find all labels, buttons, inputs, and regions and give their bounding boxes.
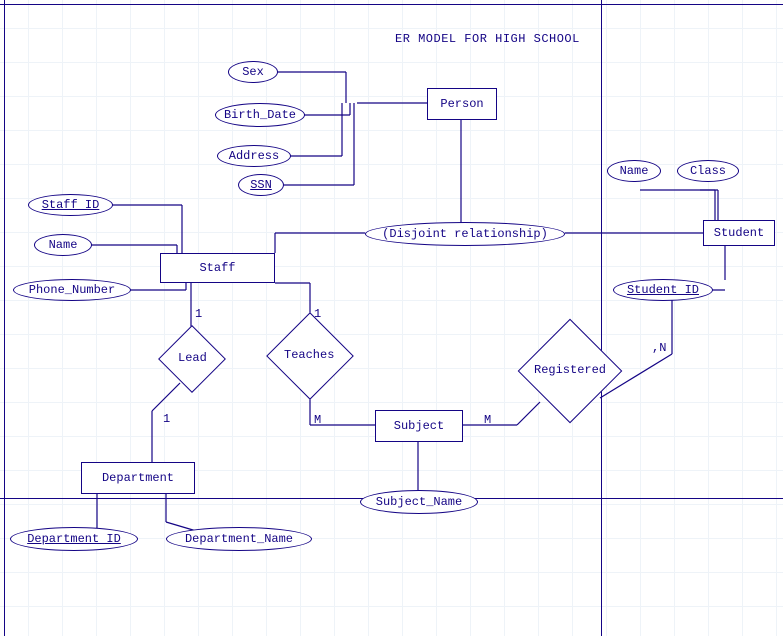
attr-address-label: Address: [229, 149, 279, 163]
attr-department-id-label: Department ID: [27, 532, 121, 546]
entity-staff[interactable]: Staff: [160, 253, 275, 283]
attr-address[interactable]: Address: [217, 145, 291, 167]
attr-department-name[interactable]: Department_Name: [166, 527, 312, 551]
attr-birth-date[interactable]: Birth_Date: [215, 103, 305, 127]
attr-staff-id-label: Staff ID: [42, 198, 100, 212]
attr-student-id-label: Student ID: [627, 283, 699, 297]
rel-teaches-label: Teaches: [284, 348, 334, 362]
attr-department-name-label: Department_Name: [185, 532, 293, 546]
attr-staff-name[interactable]: Name: [34, 234, 92, 256]
attr-sex[interactable]: Sex: [228, 61, 278, 83]
card-subj-reg: M: [484, 413, 491, 427]
entity-department-label: Department: [102, 471, 174, 485]
attr-sex-label: Sex: [242, 65, 264, 79]
rel-lead-label: Lead: [178, 351, 207, 365]
attr-phone[interactable]: Phone_Number: [13, 279, 131, 301]
attr-disjoint[interactable]: (Disjoint relationship): [365, 222, 565, 246]
attr-staff-id[interactable]: Staff ID: [28, 194, 113, 216]
attr-birth-date-label: Birth_Date: [224, 108, 296, 122]
entity-subject[interactable]: Subject: [375, 410, 463, 442]
card-reg-student: ,N: [652, 341, 666, 355]
card-teach-subj: M: [314, 413, 321, 427]
attr-student-name[interactable]: Name: [607, 160, 661, 182]
attr-disjoint-label: (Disjoint relationship): [382, 227, 548, 241]
entity-staff-label: Staff: [199, 261, 235, 275]
entity-subject-label: Subject: [394, 419, 444, 433]
attr-staff-name-label: Name: [49, 238, 78, 252]
diagram-title: ER MODEL FOR HIGH SCHOOL: [395, 32, 580, 46]
entity-person-label: Person: [440, 97, 483, 111]
ruler-vertical-right: [601, 0, 602, 636]
attr-department-id[interactable]: Department ID: [10, 527, 138, 551]
attr-phone-label: Phone_Number: [29, 283, 115, 297]
attr-ssn[interactable]: SSN: [238, 174, 284, 196]
attr-student-name-label: Name: [620, 164, 649, 178]
attr-subject-name-label: Subject_Name: [376, 495, 462, 509]
attr-class-label: Class: [690, 164, 726, 178]
card-staff-teach: 1: [314, 307, 321, 321]
rel-registered-label: Registered: [534, 363, 606, 377]
entity-student[interactable]: Student: [703, 220, 775, 246]
card-lead-dept: 1: [163, 412, 170, 426]
entity-student-label: Student: [714, 226, 764, 240]
attr-class[interactable]: Class: [677, 160, 739, 182]
entity-department[interactable]: Department: [81, 462, 195, 494]
card-staff-lead: 1: [195, 307, 202, 321]
attr-ssn-label: SSN: [250, 178, 272, 192]
attr-subject-name[interactable]: Subject_Name: [360, 490, 478, 514]
entity-person[interactable]: Person: [427, 88, 497, 120]
er-diagram-canvas: ER MODEL FOR HIGH SCHOOL: [0, 0, 783, 636]
ruler-horizontal-top: [0, 4, 783, 5]
ruler-vertical-left: [4, 0, 5, 636]
attr-student-id[interactable]: Student ID: [613, 279, 713, 301]
